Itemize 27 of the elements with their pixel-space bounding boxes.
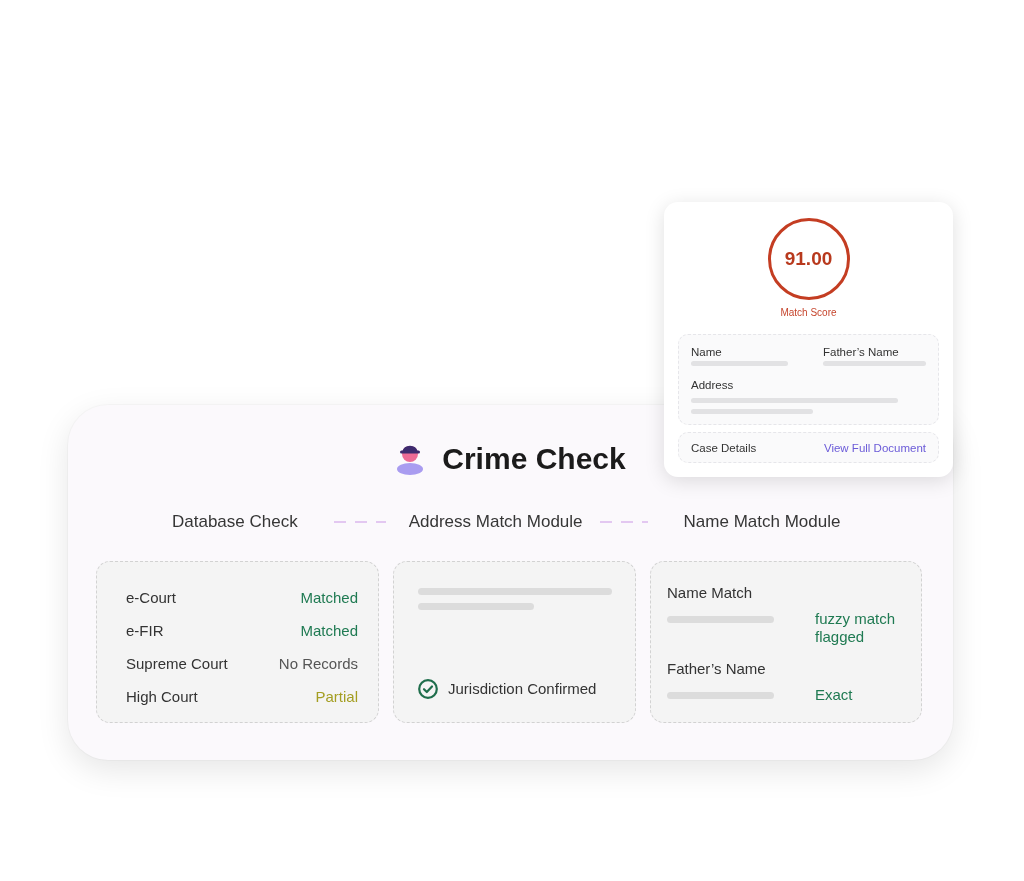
result-text: Exact — [815, 686, 854, 704]
result-text: Matched — [300, 588, 358, 607]
result-text: No Records — [278, 654, 358, 673]
result-text: fuzzy match flagged — [815, 610, 897, 646]
result-text: Partial — [315, 687, 358, 706]
field-label: Name Match — [667, 584, 754, 602]
score-label: Match Score — [780, 307, 837, 319]
module-heading: Database Check — [172, 512, 298, 532]
dashed-connector — [599, 521, 648, 523]
score-value: 91.00 — [784, 248, 833, 270]
status-text: Jurisdiction Confirmed — [448, 680, 597, 698]
dashed-connector — [333, 521, 386, 523]
person-icon — [395, 443, 426, 475]
source-label: Supreme Court — [126, 654, 228, 673]
field-label: Name — [691, 345, 723, 359]
field-label: Address — [691, 378, 735, 392]
source-label: e-Court — [126, 588, 177, 607]
result-text: Matched — [300, 621, 358, 640]
source-label: e-FIR — [126, 621, 164, 640]
card-title: Crime Check — [442, 441, 626, 477]
module-heading: Name Match Module — [683, 512, 841, 532]
field-label: Father’s Name — [667, 660, 767, 678]
case-details-label: Case Details — [691, 440, 757, 455]
source-label: High Court — [126, 687, 198, 706]
view-document-link[interactable]: View Full Document — [823, 440, 926, 455]
module-heading: Address Match Module — [408, 512, 583, 532]
field-label: Father’s Name — [823, 345, 900, 359]
